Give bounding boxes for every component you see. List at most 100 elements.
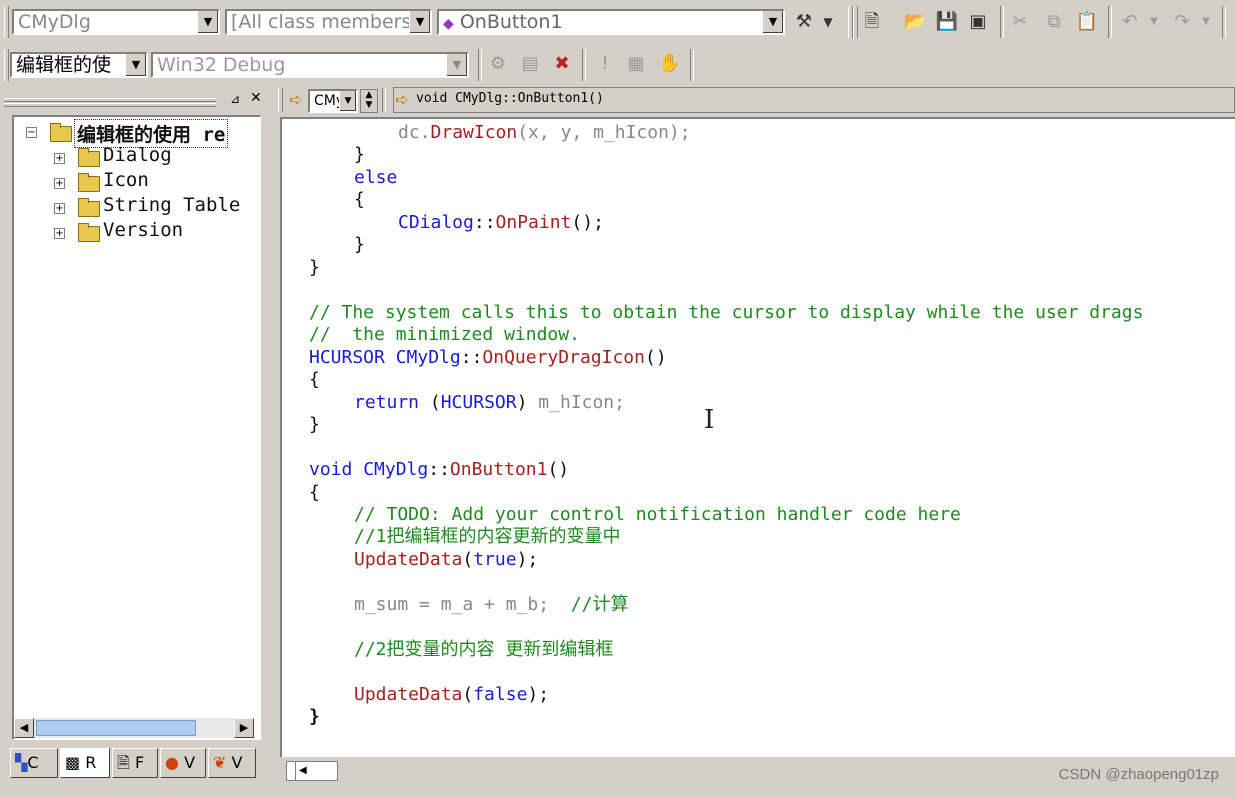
- code-line: HCURSOR CMyDlg::OnQueryDragIcon(): [309, 347, 667, 368]
- toolbar-grip[interactable]: [4, 49, 9, 81]
- chevron-down-icon[interactable]: ▼: [762, 11, 783, 33]
- toolbar-grip[interactable]: [4, 6, 9, 38]
- watermark: CSDN @zhaopeng01zp: [1058, 766, 1219, 783]
- chevron-down-icon[interactable]: ▼: [1194, 10, 1218, 34]
- tab-view-5[interactable]: ❦ V: [208, 748, 256, 778]
- tree-item-string-table[interactable]: String Table: [103, 194, 240, 216]
- save-all-icon[interactable]: ▣: [966, 10, 990, 34]
- folder-icon: [78, 223, 100, 242]
- folder-icon: [78, 148, 100, 167]
- tab-view-4[interactable]: ● V: [160, 748, 206, 778]
- method-icon: ◆: [443, 16, 454, 32]
- undo-icon[interactable]: ↶: [1118, 10, 1142, 34]
- open-folder-icon[interactable]: 📂: [903, 10, 927, 34]
- code-line: }: [309, 706, 320, 727]
- chevron-down-icon[interactable]: ▼: [446, 54, 467, 76]
- go-icon[interactable]: ▦: [624, 52, 648, 76]
- stop-build-icon[interactable]: ✖: [550, 52, 574, 76]
- wizard-function-label[interactable]: void CMyDlg::OnButton1(): [416, 91, 604, 106]
- code-line: }: [309, 414, 320, 435]
- wizard-bar: ➪ CMy ▼ ▲ ▼ ➪ void CMyDlg::OnButton1(): [278, 87, 1235, 114]
- chevron-down-icon[interactable]: ▼: [339, 91, 356, 111]
- scroll-left-icon[interactable]: ◀: [14, 718, 34, 738]
- open-folder-icon: [50, 123, 72, 142]
- workspace-grip[interactable]: [4, 103, 216, 107]
- wizard-action-icon[interactable]: ➪: [284, 88, 308, 112]
- expand-icon[interactable]: +: [54, 203, 65, 214]
- wizard-class-combo[interactable]: CMy ▼: [308, 89, 358, 113]
- expand-icon[interactable]: +: [54, 153, 65, 164]
- code-comment: //1把编辑框的内容更新的变量中: [354, 526, 621, 547]
- resourceview-icon: ▩: [65, 753, 81, 772]
- scrollbar-thumb[interactable]: [36, 720, 196, 736]
- toolbar-separator: [478, 49, 482, 81]
- project-combo[interactable]: 编辑框的使 ▼: [10, 52, 148, 78]
- code-comment: //2把变量的内容 更新到编辑框: [354, 639, 614, 660]
- wizard-action-icon[interactable]: ➪: [390, 88, 414, 112]
- scrollbar-split[interactable]: [287, 762, 296, 780]
- redo-icon[interactable]: ↷: [1170, 10, 1194, 34]
- editor-horizontal-scrollbar[interactable]: ◀: [286, 761, 338, 781]
- tree-horizontal-scrollbar[interactable]: ◀ ▶: [14, 718, 254, 738]
- expand-icon[interactable]: +: [54, 178, 65, 189]
- paste-icon[interactable]: 📋: [1075, 10, 1099, 34]
- compile-icon[interactable]: ⚙: [486, 52, 510, 76]
- tree-item-dialog[interactable]: Dialog: [103, 144, 172, 166]
- globe-icon: ●: [165, 753, 179, 772]
- toolbar-separator: [382, 88, 386, 112]
- tree-item-version[interactable]: Version: [103, 219, 183, 241]
- save-icon[interactable]: 💾: [935, 10, 959, 34]
- chevron-down-icon[interactable]: ▼: [197, 11, 218, 33]
- code-line: }: [309, 257, 320, 278]
- config-combo[interactable]: Win32 Debug ▼: [151, 52, 469, 78]
- code-line: return (HCURSOR) m_hIcon;: [354, 392, 625, 413]
- toolbar-grip[interactable]: [853, 6, 858, 38]
- toolbar-separator: [1222, 6, 1226, 38]
- new-text-file-icon[interactable]: 🗎: [860, 10, 884, 34]
- resource-tree: − 编辑框的使用 re + Dialog + Icon + String Tab…: [12, 115, 261, 740]
- toolbar-separator: [582, 49, 586, 81]
- close-icon[interactable]: ✕: [250, 90, 262, 106]
- code-editor[interactable]: dc.DrawIcon(x, y, m_hIcon); } else { CDi…: [280, 117, 1235, 757]
- restore-icon[interactable]: ⊿: [230, 92, 240, 106]
- wizard-wand-icon[interactable]: ⚒: [792, 10, 816, 34]
- chevron-down-icon[interactable]: ▼: [816, 10, 840, 34]
- class-combo[interactable]: CMyDlg ▼: [12, 9, 220, 35]
- config-combo-value: Win32 Debug: [157, 54, 286, 76]
- tab-fileview[interactable]: 🗎 F: [112, 748, 158, 778]
- breakpoint-hand-icon[interactable]: ✋: [658, 52, 682, 76]
- collapse-icon[interactable]: −: [26, 127, 37, 138]
- toolbar-wizard: CMyDlg ▼ [All class members] ▼ ◆ OnButto…: [0, 0, 1235, 45]
- execute-icon[interactable]: !: [593, 52, 617, 76]
- chevron-down-icon[interactable]: ▼: [125, 54, 146, 76]
- folder-icon: [78, 198, 100, 217]
- workspace-grip[interactable]: [4, 98, 216, 102]
- code-line: {: [309, 482, 320, 503]
- copy-icon[interactable]: ⧉: [1042, 10, 1066, 34]
- code-line: }: [354, 234, 365, 255]
- member-combo[interactable]: ◆ OnButton1 ▼: [437, 9, 785, 35]
- filter-combo[interactable]: [All class members] ▼: [225, 9, 432, 35]
- build-icon[interactable]: ▤: [518, 52, 542, 76]
- scroll-right-icon[interactable]: ▶: [234, 718, 254, 738]
- chevron-down-icon[interactable]: ▼: [1142, 10, 1166, 34]
- scroll-left-icon[interactable]: ◀: [299, 762, 307, 780]
- filter-combo-value: [All class members]: [231, 11, 419, 33]
- expand-icon[interactable]: +: [54, 228, 65, 239]
- spin-icon[interactable]: ▲ ▼: [360, 89, 378, 113]
- cut-icon[interactable]: ✂: [1008, 10, 1032, 34]
- workspace-titlebar: ⊿ ✕: [4, 90, 266, 110]
- toolbar-grip[interactable]: [278, 88, 283, 112]
- tab-resourceview[interactable]: ▩ R: [60, 748, 110, 778]
- class-combo-value: CMyDlg: [18, 11, 91, 33]
- code-line: UpdateData(false);: [354, 684, 550, 705]
- tab-label: R: [85, 753, 97, 772]
- toolbar-separator: [690, 49, 694, 81]
- book-icon: ❦: [213, 753, 227, 772]
- chevron-down-icon[interactable]: ▼: [409, 11, 430, 33]
- code-line: m_sum = m_a + m_b; //计算: [354, 594, 629, 615]
- tab-classview[interactable]: ▚C: [10, 748, 58, 778]
- member-combo-value: OnButton1: [459, 11, 563, 33]
- tree-item-icon[interactable]: Icon: [103, 169, 149, 191]
- tab-label: V: [231, 753, 243, 772]
